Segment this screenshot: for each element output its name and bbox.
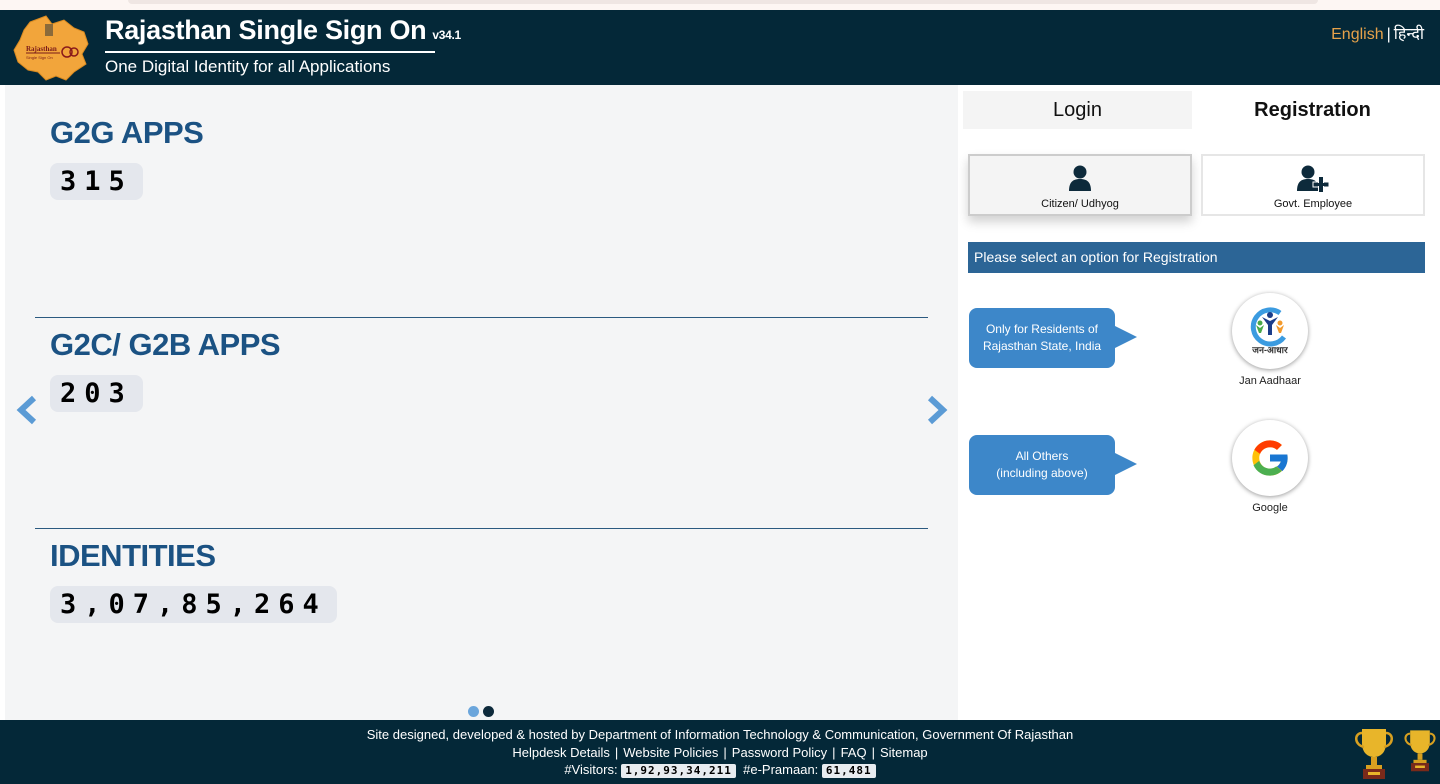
stats-carousel: G2G APPS 315 G2C/ G2B APPS 203 IDENTITIE… (5, 85, 958, 720)
browser-top-bar (128, 0, 1318, 4)
link-separator: | (723, 745, 727, 760)
site-footer: Site designed, developed & hosted by Dep… (0, 720, 1440, 784)
footer-links: Helpdesk Details | Website Policies | Passwo… (0, 745, 1440, 760)
epramaan-label: #e-Pramaan: (743, 762, 819, 777)
carousel-dot-1[interactable] (468, 706, 479, 717)
browser-top-strip (0, 0, 1440, 10)
google-icon (1252, 440, 1289, 476)
hint-line: (including above) (996, 466, 1088, 480)
stat-identities: IDENTITIES 3,07,85,264 (50, 538, 337, 623)
language-english-link[interactable]: English (1331, 26, 1383, 43)
stat-g2g-apps: G2G APPS 315 (50, 115, 204, 200)
section-divider (35, 528, 928, 529)
carousel-prev-button[interactable] (16, 395, 40, 425)
language-hindi-link[interactable]: हिन्दी (1394, 26, 1424, 43)
user-icon (1069, 165, 1091, 191)
visitors-counter: 1,92,93,34,211 (621, 764, 736, 778)
jan-aadhaar-icon: जन-आधार (1250, 307, 1288, 355)
svg-text:Rajasthan: Rajasthan (26, 45, 57, 53)
jan-aadhaar-logo-text: जन-आधार (1251, 345, 1288, 355)
carousel-next-button[interactable] (924, 395, 948, 425)
google-logo (1232, 420, 1308, 496)
carousel-dot-2[interactable] (483, 706, 494, 717)
hint-line: All Others (1015, 449, 1069, 463)
provider-label: Google (1252, 502, 1288, 514)
site-header: Rajasthan Single Sign On Rajasthan Singl… (0, 10, 1440, 85)
jan-aadhaar-login-button[interactable]: जन-आधार Jan Aadhaar (1231, 293, 1309, 387)
jan-aadhaar-hint: Only for Residents of Rajasthan State, In… (969, 308, 1137, 368)
footer-link-website-policies[interactable]: Website Policies (623, 745, 718, 760)
google-login-button[interactable]: Google (1231, 420, 1309, 514)
google-hint: All Others (including above) (969, 435, 1137, 495)
tab-registration[interactable]: Registration (1198, 91, 1427, 129)
language-switcher: English | हिन्दी (1331, 22, 1424, 44)
epramaan-counter: 61,481 (821, 764, 876, 778)
option-label: Citizen/ Udhyog (1041, 198, 1119, 210)
govt-employee-option[interactable]: Govt. Employee (1201, 154, 1425, 216)
stat-counter: 3,07,85,264 (50, 586, 337, 623)
link-separator: | (832, 745, 836, 760)
svg-text:Single Sign On: Single Sign On (26, 55, 53, 60)
link-separator: | (614, 745, 619, 760)
rajasthan-sso-logo[interactable]: Rajasthan Single Sign On (12, 14, 92, 82)
footer-credit: Site designed, developed & hosted by Dep… (366, 727, 1074, 742)
citizen-udhyog-option[interactable]: Citizen/ Udhyog (968, 154, 1192, 216)
tab-login[interactable]: Login (963, 91, 1192, 129)
site-subtitle: One Digital Identity for all Application… (105, 57, 391, 76)
version-label: v34.1 (432, 28, 461, 42)
hint-line: Rajasthan State, India (982, 339, 1102, 353)
footer-link-password-policy[interactable]: Password Policy (732, 745, 827, 760)
stat-counter: 203 (50, 375, 143, 412)
stat-g2c-g2b-apps: G2C/ G2B APPS 203 (50, 327, 281, 412)
hint-line: Only for Residents of (985, 322, 1099, 336)
stat-label: G2G APPS (50, 115, 204, 150)
user-plus-icon (1297, 165, 1330, 193)
footer-link-helpdesk[interactable]: Helpdesk Details (512, 745, 610, 760)
chevron-right-icon (927, 395, 948, 425)
chevron-left-icon (16, 395, 37, 425)
stat-counter: 315 (50, 163, 143, 200)
option-label: Govt. Employee (1273, 198, 1353, 210)
trophy-icon[interactable] (1402, 725, 1438, 775)
site-title-text: Rajasthan Single Sign On (105, 15, 427, 45)
footer-link-faq[interactable]: FAQ (841, 745, 867, 760)
stat-label: IDENTITIES (50, 538, 216, 573)
jan-aadhaar-logo: जन-आधार (1232, 293, 1308, 369)
trophy-icon[interactable] (1352, 725, 1396, 781)
language-separator: | (1386, 26, 1391, 43)
footer-counters: #Visitors: 1,92,93,34,211 #e-Pramaan: 61… (0, 762, 1440, 778)
provider-label: Jan Aadhaar (1239, 375, 1301, 387)
auth-panel: Login Registration Citizen/ Udhyog Govt.… (958, 85, 1440, 720)
awards (1352, 725, 1438, 781)
link-separator: | (871, 745, 875, 760)
site-title: Rajasthan Single Sign On v34.1 (105, 15, 461, 46)
stat-label: G2C/ G2B APPS (50, 327, 281, 362)
section-divider (35, 317, 928, 318)
carousel-indicators (468, 706, 494, 717)
visitors-label: #Visitors: (564, 762, 618, 777)
footer-link-sitemap[interactable]: Sitemap (880, 745, 928, 760)
title-underline (105, 51, 435, 53)
registration-notice: Please select an option for Registration (968, 242, 1425, 273)
